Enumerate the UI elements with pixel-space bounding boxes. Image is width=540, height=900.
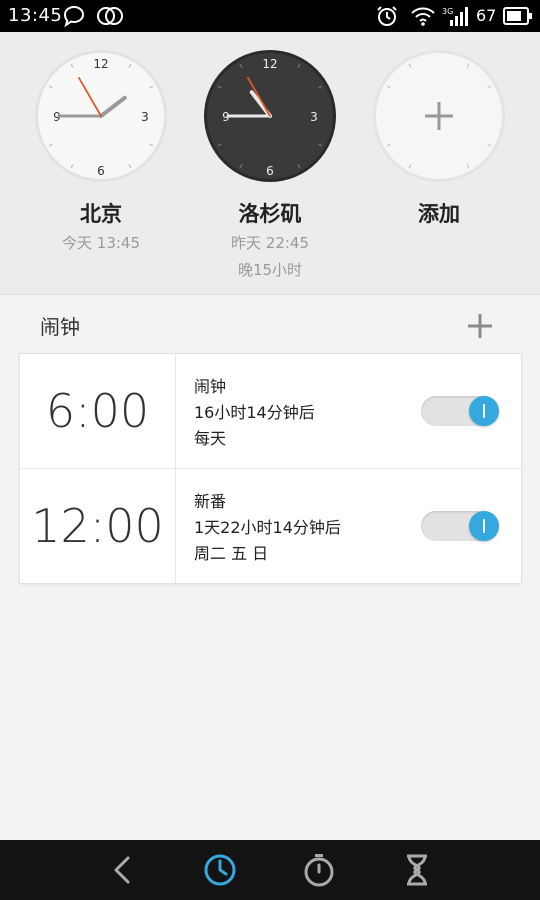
alarm-time: 6:00 [20, 354, 176, 468]
bottom-nav [0, 840, 540, 900]
clock-number: 3 [310, 110, 318, 124]
timer-hourglass-icon [407, 854, 427, 886]
clock-day-time-beijing: 今天 13:45 [16, 232, 186, 253]
back-icon [114, 856, 130, 884]
alarm-label: 新番 [194, 492, 227, 511]
add-alarm-button[interactable] [466, 312, 494, 340]
add-clock-face [373, 50, 505, 182]
alarm-time: 12:00 [20, 469, 176, 583]
tab-timer[interactable] [397, 850, 437, 890]
alarm-toggle[interactable] [421, 396, 499, 426]
clock-number: 12 [262, 57, 277, 71]
alarm-item[interactable]: 12:00 新番 1天22小时14分钟后 周二 五 日 [20, 469, 521, 583]
toggle-knob [469, 396, 499, 426]
signal-3g-icon: 3G [442, 4, 470, 32]
alarm-details: 新番 1天22小时14分钟后 周二 五 日 [194, 489, 341, 567]
alarm-repeat: 周二 五 日 [194, 544, 269, 563]
clock-tab-icon [204, 854, 236, 886]
alarm-label: 闹钟 [194, 377, 227, 396]
alarm-icon [375, 4, 399, 32]
alarm-remaining: 16小时14分钟后 [194, 403, 315, 422]
alarm-details: 闹钟 16小时14分钟后 每天 [194, 374, 315, 452]
city-name-los-angeles: 洛杉矶 [238, 202, 302, 226]
clock-los-angeles[interactable]: 12 3 6 9 [202, 48, 338, 184]
back-button[interactable] [103, 850, 143, 890]
clock-number: 6 [266, 164, 274, 178]
battery-level: 67 [476, 6, 497, 25]
alarm-toggle[interactable] [421, 511, 499, 541]
plus-icon [468, 314, 492, 338]
tab-stopwatch[interactable] [299, 850, 339, 890]
clock-number: 6 [97, 164, 105, 178]
stopwatch-icon [304, 854, 334, 887]
clock-day-time-los-angeles: 昨天 22:45 [185, 232, 355, 253]
status-bar: 13:45 3G 67 [0, 0, 540, 32]
alarm-list: 6:00 闹钟 16小时14分钟后 每天 12:00 新番 1天22小时14分钟… [19, 353, 522, 584]
analog-clock-face: 12369 [35, 50, 167, 182]
link-circles-icon [96, 4, 124, 32]
alarm-remaining: 1天22小时14分钟后 [194, 518, 341, 537]
clock-number: 3 [141, 110, 149, 124]
toggle-knob [469, 511, 499, 541]
clock-time: 22:45 [265, 234, 310, 252]
alarms-section-title: 闹钟 [40, 315, 80, 339]
battery-icon [503, 7, 533, 29]
clock-day: 昨天 [230, 234, 261, 252]
tab-clock[interactable] [200, 850, 240, 890]
clock-day: 今天 [61, 234, 92, 252]
alarm-item[interactable]: 6:00 闹钟 16小时14分钟后 每天 [20, 354, 521, 469]
clock-offset: 晚15小时 [237, 261, 303, 279]
add-clock-button[interactable] [371, 48, 507, 184]
svg-text:3G: 3G [442, 7, 453, 16]
chat-bubble-icon [62, 4, 86, 32]
clock-beijing[interactable]: 12 3 6 9 [33, 48, 169, 184]
status-time: 13:45 [8, 5, 63, 26]
analog-clock-face: 12369 [204, 50, 336, 182]
alarm-repeat: 每天 [194, 429, 227, 448]
wifi-icon [410, 4, 436, 32]
add-clock-label[interactable]: 添加 [354, 198, 524, 228]
clock-number: 12 [93, 57, 108, 71]
world-clocks-panel: 12 3 6 9 北京 今天 13:45 12 3 6 9 洛杉矶 昨天 22:45 晚15… [0, 32, 540, 295]
city-name-beijing: 北京 [80, 202, 122, 226]
clock-time: 13:45 [96, 234, 141, 252]
